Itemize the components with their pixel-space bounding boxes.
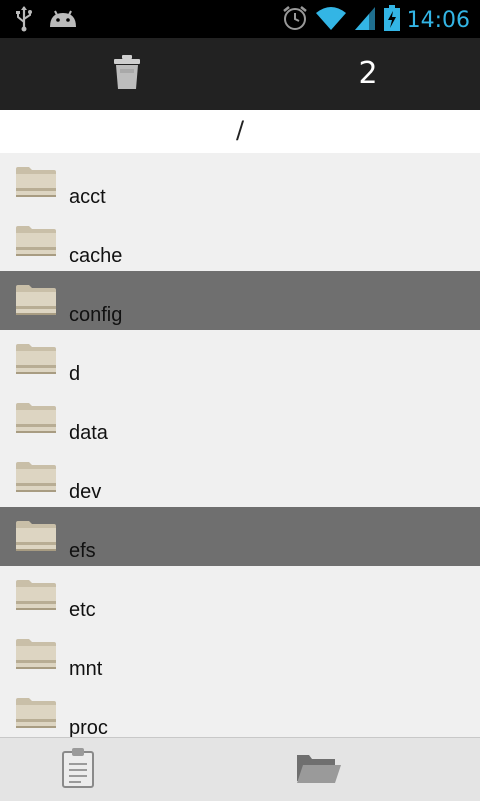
- list-item[interactable]: data: [0, 389, 480, 448]
- clipboard-button[interactable]: [58, 748, 98, 792]
- current-path: /: [235, 116, 245, 144]
- android-icon: [48, 7, 78, 35]
- list-item[interactable]: proc: [0, 684, 480, 737]
- list-item[interactable]: d: [0, 330, 480, 389]
- wifi-icon: [315, 5, 347, 35]
- file-name: data: [69, 422, 108, 444]
- file-name: efs: [69, 540, 96, 562]
- clipboard-icon: [62, 748, 94, 792]
- usb-icon: [14, 6, 34, 36]
- list-item[interactable]: acct: [0, 153, 480, 212]
- file-name: mnt: [69, 658, 103, 680]
- list-item-selected[interactable]: config: [0, 271, 480, 330]
- status-bar: 14:06: [0, 0, 480, 38]
- folder-icon: [16, 697, 56, 729]
- folder-icon: [16, 520, 56, 552]
- notification-icons: [14, 6, 78, 36]
- list-item[interactable]: cache: [0, 212, 480, 271]
- folder-icon: [16, 225, 56, 257]
- folder-icon: [16, 284, 56, 316]
- folder-icon: [16, 166, 56, 198]
- signal-icon: [353, 5, 377, 35]
- list-item-selected[interactable]: efs: [0, 507, 480, 566]
- path-bar: /: [0, 110, 480, 154]
- folder-icon: [16, 579, 56, 611]
- file-name: etc: [69, 599, 96, 621]
- selected-count: 2: [358, 56, 378, 91]
- file-list: acct cache config d data dev efs etc mnt…: [0, 153, 480, 737]
- trash-icon: [112, 54, 142, 94]
- folder-icon: [16, 638, 56, 670]
- file-name: cache: [69, 245, 123, 267]
- battery-charging-icon: [383, 4, 401, 36]
- folder-icon: [16, 461, 56, 493]
- list-item[interactable]: mnt: [0, 625, 480, 684]
- list-item[interactable]: etc: [0, 566, 480, 625]
- folder-icon: [16, 343, 56, 375]
- file-name: acct: [69, 186, 106, 208]
- bottom-bar: [0, 737, 480, 801]
- folder-open-icon: [295, 751, 341, 789]
- delete-button[interactable]: [96, 38, 158, 110]
- system-icons: 14:06: [281, 4, 470, 36]
- file-name: proc: [69, 717, 108, 737]
- file-name: dev: [69, 481, 102, 503]
- alarm-icon: [281, 4, 309, 36]
- file-name: config: [69, 304, 123, 326]
- file-name: d: [69, 363, 81, 385]
- clock: 14:06: [406, 7, 470, 33]
- list-item[interactable]: dev: [0, 448, 480, 507]
- open-folder-button[interactable]: [292, 748, 344, 792]
- folder-icon: [16, 402, 56, 434]
- action-bar: 2: [0, 38, 480, 110]
